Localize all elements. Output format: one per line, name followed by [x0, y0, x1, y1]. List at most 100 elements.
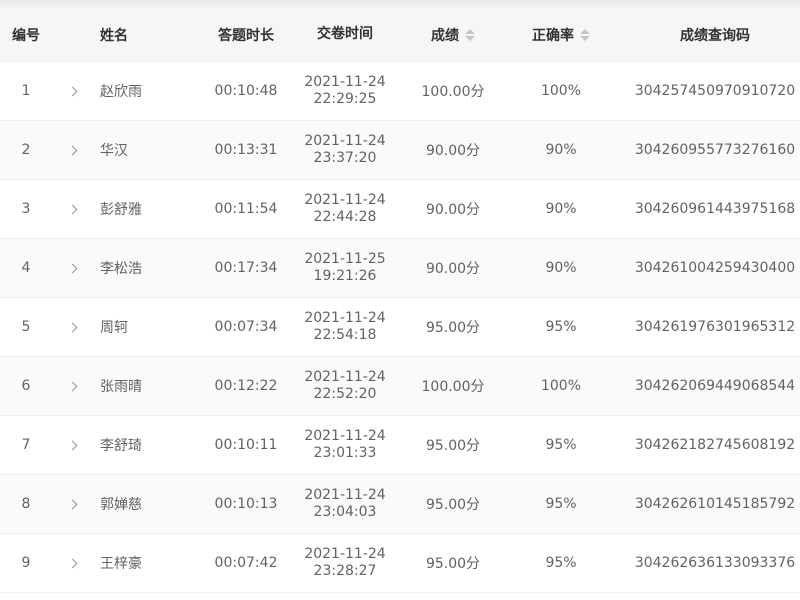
- row-submit-date: 2021-11-24: [304, 133, 386, 149]
- row-no: 3: [21, 201, 31, 217]
- table-row[interactable]: 7 李舒琦 00:10:11 2021-11-24 23:01:33 95.00分 95% 3…: [0, 416, 800, 475]
- results-table: 编号 姓名 答题时长 交卷时间 成绩 正确率 成绩查询码 1 赵欣雨 00:10:4…: [0, 0, 800, 600]
- row-name: 彭舒雅: [100, 202, 142, 218]
- row-submit-date: 2021-11-24: [304, 310, 386, 326]
- table-row[interactable]: 6 张雨晴 00:12:22 2021-11-24 22:52:20 100.00分 100…: [0, 357, 800, 416]
- header-duration: 答题时长: [218, 27, 274, 44]
- row-score: 95.00分: [425, 438, 481, 454]
- chevron-right-icon[interactable]: [62, 62, 82, 120]
- chevron-right-icon[interactable]: [62, 121, 82, 179]
- header-score[interactable]: 成绩: [408, 8, 498, 61]
- row-submit-clock: 22:54:18: [313, 327, 377, 343]
- row-query-code: 304262069449068544: [634, 378, 796, 394]
- sort-caret-icon[interactable]: [580, 28, 590, 41]
- row-name: 周轲: [100, 320, 128, 336]
- chevron-right-icon[interactable]: [62, 239, 82, 297]
- row-submit-time: 2021-11-24 22:52:20: [293, 357, 397, 415]
- table-row[interactable]: 5 周轲 00:07:34 2021-11-24 22:54:18 95.00分 95% 30…: [0, 298, 800, 357]
- row-score: 100.00分: [421, 379, 485, 395]
- row-no: 6: [21, 378, 31, 394]
- row-accuracy: 100%: [540, 378, 582, 394]
- row-submit-clock: 23:04:03: [313, 504, 377, 520]
- row-score: 90.00分: [425, 202, 481, 218]
- row-query-code: 304257450970910720: [634, 83, 796, 99]
- row-duration: 00:10:48: [214, 83, 278, 99]
- chevron-right-icon[interactable]: [62, 416, 82, 474]
- row-duration: 00:12:22: [214, 378, 278, 394]
- header-accuracy-label: 正确率: [532, 27, 574, 44]
- table-row[interactable]: 9 王梓豪 00:07:42 2021-11-24 23:28:27 95.00分 95% 3…: [0, 534, 800, 593]
- row-submit-date: 2021-11-24: [304, 74, 386, 90]
- row-submit-clock: 23:01:33: [313, 445, 377, 461]
- row-accuracy: 95%: [545, 496, 577, 512]
- row-submit-time: 2021-11-24 22:44:28: [293, 180, 397, 238]
- header-score-label: 成绩: [431, 27, 459, 44]
- chevron-right-icon[interactable]: [62, 180, 82, 238]
- row-no: 4: [21, 260, 31, 276]
- table-top-shadow: [0, 0, 800, 8]
- row-duration: 00:10:13: [214, 496, 278, 512]
- row-duration: 00:13:31: [214, 142, 278, 158]
- row-duration: 00:10:11: [214, 437, 278, 453]
- chevron-right-icon[interactable]: [62, 475, 82, 533]
- row-accuracy: 95%: [545, 319, 577, 335]
- row-duration: 00:07:34: [214, 319, 278, 335]
- chevron-right-icon[interactable]: [62, 357, 82, 415]
- row-name: 李松浩: [100, 261, 142, 277]
- row-score: 90.00分: [425, 143, 481, 159]
- row-submit-clock: 19:21:26: [313, 268, 377, 284]
- row-name: 李舒琦: [100, 438, 142, 454]
- row-name: 华汉: [100, 143, 128, 159]
- chevron-right-icon[interactable]: [62, 534, 82, 592]
- row-submit-date: 2021-11-24: [304, 428, 386, 444]
- table-row[interactable]: 3 彭舒雅 00:11:54 2021-11-24 22:44:28 90.00分 90% 3…: [0, 180, 800, 239]
- table-row[interactable]: 4 李松浩 00:17:34 2021-11-25 19:21:26 90.00分 90% 3…: [0, 239, 800, 298]
- row-submit-time: 2021-11-24 23:37:20: [293, 121, 397, 179]
- row-score: 95.00分: [425, 320, 481, 336]
- row-accuracy: 90%: [545, 260, 577, 276]
- row-no: 9: [21, 555, 31, 571]
- row-submit-time: 2021-11-24 23:04:03: [293, 475, 397, 533]
- row-submit-time: 2021-11-25 19:21:26: [293, 239, 397, 297]
- table-header: 编号 姓名 答题时长 交卷时间 成绩 正确率 成绩查询码: [0, 8, 800, 62]
- row-submit-clock: 22:52:20: [313, 386, 377, 402]
- row-no: 7: [21, 437, 31, 453]
- row-query-code: 304261976301965312: [634, 319, 796, 335]
- row-name: 张雨晴: [100, 379, 142, 395]
- row-score: 90.00分: [425, 261, 481, 277]
- table-row[interactable]: 2 华汉 00:13:31 2021-11-24 23:37:20 90.00分 90% 30…: [0, 121, 800, 180]
- row-accuracy: 100%: [540, 83, 582, 99]
- row-duration: 00:17:34: [214, 260, 278, 276]
- row-query-code: 304260955773276160: [634, 142, 796, 158]
- row-no: 8: [21, 496, 31, 512]
- row-accuracy: 95%: [545, 437, 577, 453]
- row-submit-time: 2021-11-24 22:29:25: [293, 62, 397, 120]
- row-query-code: 304262636133093376: [634, 555, 796, 571]
- header-submit-time: 交卷时间: [317, 26, 373, 42]
- row-query-code: 304261004259430400: [634, 260, 796, 276]
- row-score: 95.00分: [425, 497, 481, 513]
- row-submit-clock: 23:37:20: [313, 150, 377, 166]
- row-name: 赵欣雨: [100, 84, 142, 100]
- sort-caret-icon[interactable]: [465, 28, 475, 41]
- chevron-right-icon[interactable]: [62, 298, 82, 356]
- row-query-code: 304262610145185792: [634, 496, 796, 512]
- header-query-code: 成绩查询码: [680, 27, 750, 44]
- row-score: 100.00分: [421, 84, 485, 100]
- row-submit-date: 2021-11-24: [304, 546, 386, 562]
- row-submit-date: 2021-11-24: [304, 487, 386, 503]
- row-submit-time: 2021-11-24 23:28:27: [293, 534, 397, 592]
- row-submit-clock: 22:29:25: [313, 91, 377, 107]
- row-submit-date: 2021-11-24: [304, 369, 386, 385]
- row-duration: 00:11:54: [214, 201, 278, 217]
- row-accuracy: 90%: [545, 142, 577, 158]
- row-submit-date: 2021-11-24: [304, 192, 386, 208]
- row-query-code: 304260961443975168: [634, 201, 796, 217]
- table-row[interactable]: 8 郭婵慈 00:10:13 2021-11-24 23:04:03 95.00分 95% 3…: [0, 475, 800, 534]
- row-name: 王梓豪: [100, 556, 142, 572]
- row-submit-date: 2021-11-25: [304, 251, 386, 267]
- row-submit-time: 2021-11-24 23:01:33: [293, 416, 397, 474]
- header-accuracy[interactable]: 正确率: [514, 8, 608, 61]
- table-row[interactable]: 1 赵欣雨 00:10:48 2021-11-24 22:29:25 100.00分 100…: [0, 62, 800, 121]
- row-submit-clock: 22:44:28: [313, 209, 377, 225]
